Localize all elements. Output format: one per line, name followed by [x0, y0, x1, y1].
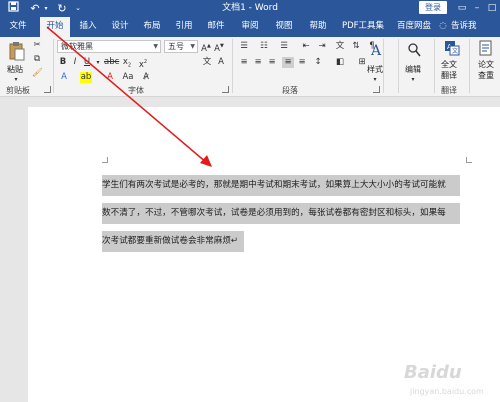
annotation-arrow — [46, 26, 212, 167]
svg-text:Baidu: Baidu — [404, 362, 462, 383]
baidu-jingyan-watermark: Baidu jingyan.baidu.com — [404, 362, 484, 396]
svg-text:jingyan.baidu.com: jingyan.baidu.com — [409, 387, 484, 396]
